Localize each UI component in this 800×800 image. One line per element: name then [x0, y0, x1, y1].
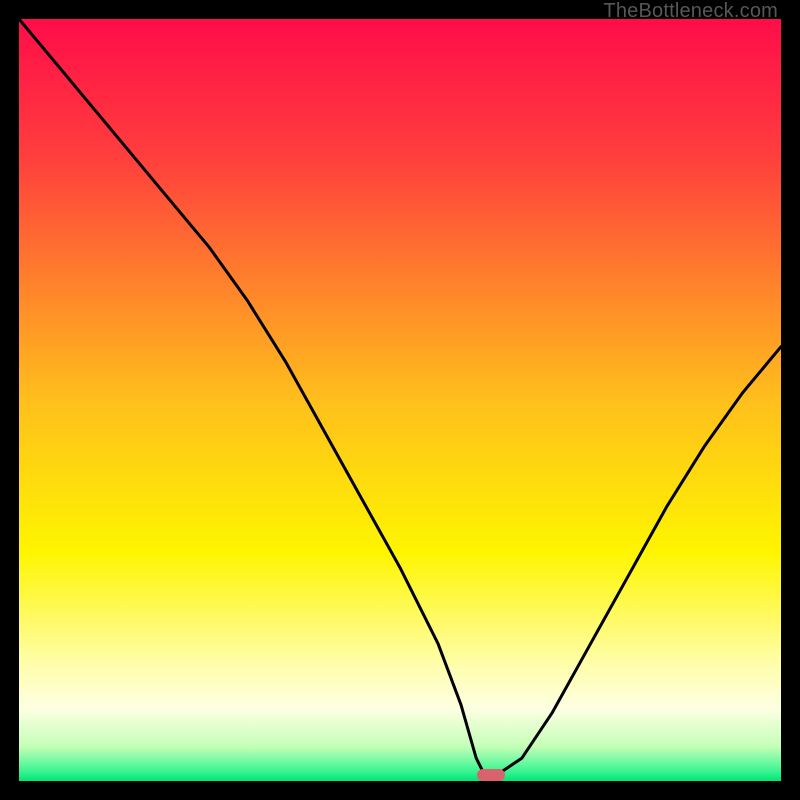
bottleneck-curve — [19, 19, 781, 781]
plot-area — [19, 19, 781, 781]
optimum-marker — [477, 769, 505, 781]
curve-path — [19, 19, 781, 773]
watermark-text: TheBottleneck.com — [603, 0, 778, 23]
chart-stage: TheBottleneck.com — [0, 0, 800, 800]
